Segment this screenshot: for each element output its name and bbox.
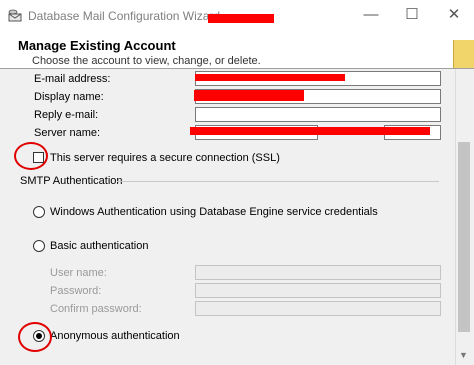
annotation-circle-ssl [14,142,48,170]
password-field[interactable] [195,283,441,298]
smtp-group-divider [117,181,439,182]
confirm-password-field[interactable] [195,301,441,316]
close-button[interactable]: ✕ [441,5,467,25]
maximize-button[interactable]: ☐ [399,5,425,25]
user-name-label: User name: [50,267,107,279]
database-mail-icon [8,9,22,22]
minimize-button[interactable]: — [358,5,384,25]
reply-email-label: Reply e-mail: [34,109,99,121]
annotation-circle-anonymous [18,322,52,352]
windows-auth-label: Windows Authentication using Database En… [50,206,378,218]
wizard-header: Manage Existing Account Choose the accou… [0,30,474,78]
page-subtitle: Choose the account to view, change, or d… [32,55,261,67]
windows-auth-radio[interactable] [33,206,45,218]
email-label: E-mail address: [34,73,111,85]
ssl-label: This server requires a secure connection… [50,152,280,164]
confirm-password-label: Confirm password: [50,303,142,315]
smtp-group-label: SMTP Authentication [20,175,123,187]
page-title: Manage Existing Account [18,38,176,53]
basic-auth-radio[interactable] [33,240,45,252]
scrollbar-thumb[interactable] [458,142,470,332]
reply-email-field[interactable] [195,107,441,122]
redacted-server-name [190,127,430,135]
redacted-email [195,74,345,81]
title-bar: Database Mail Configuration Wizard - — ☐… [0,0,474,30]
display-name-label: Display name: [34,91,104,103]
redacted-title-suffix [208,14,274,23]
window-title: Database Mail Configuration Wizard - [28,9,228,23]
scroll-down-arrow-icon[interactable]: ▼ [459,350,468,360]
basic-auth-label: Basic authentication [50,240,149,252]
server-name-label: Server name: [34,127,101,139]
redacted-display-name [194,90,304,101]
anonymous-auth-label: Anonymous authentication [50,330,180,342]
user-name-field[interactable] [195,265,441,280]
password-label: Password: [50,285,102,297]
